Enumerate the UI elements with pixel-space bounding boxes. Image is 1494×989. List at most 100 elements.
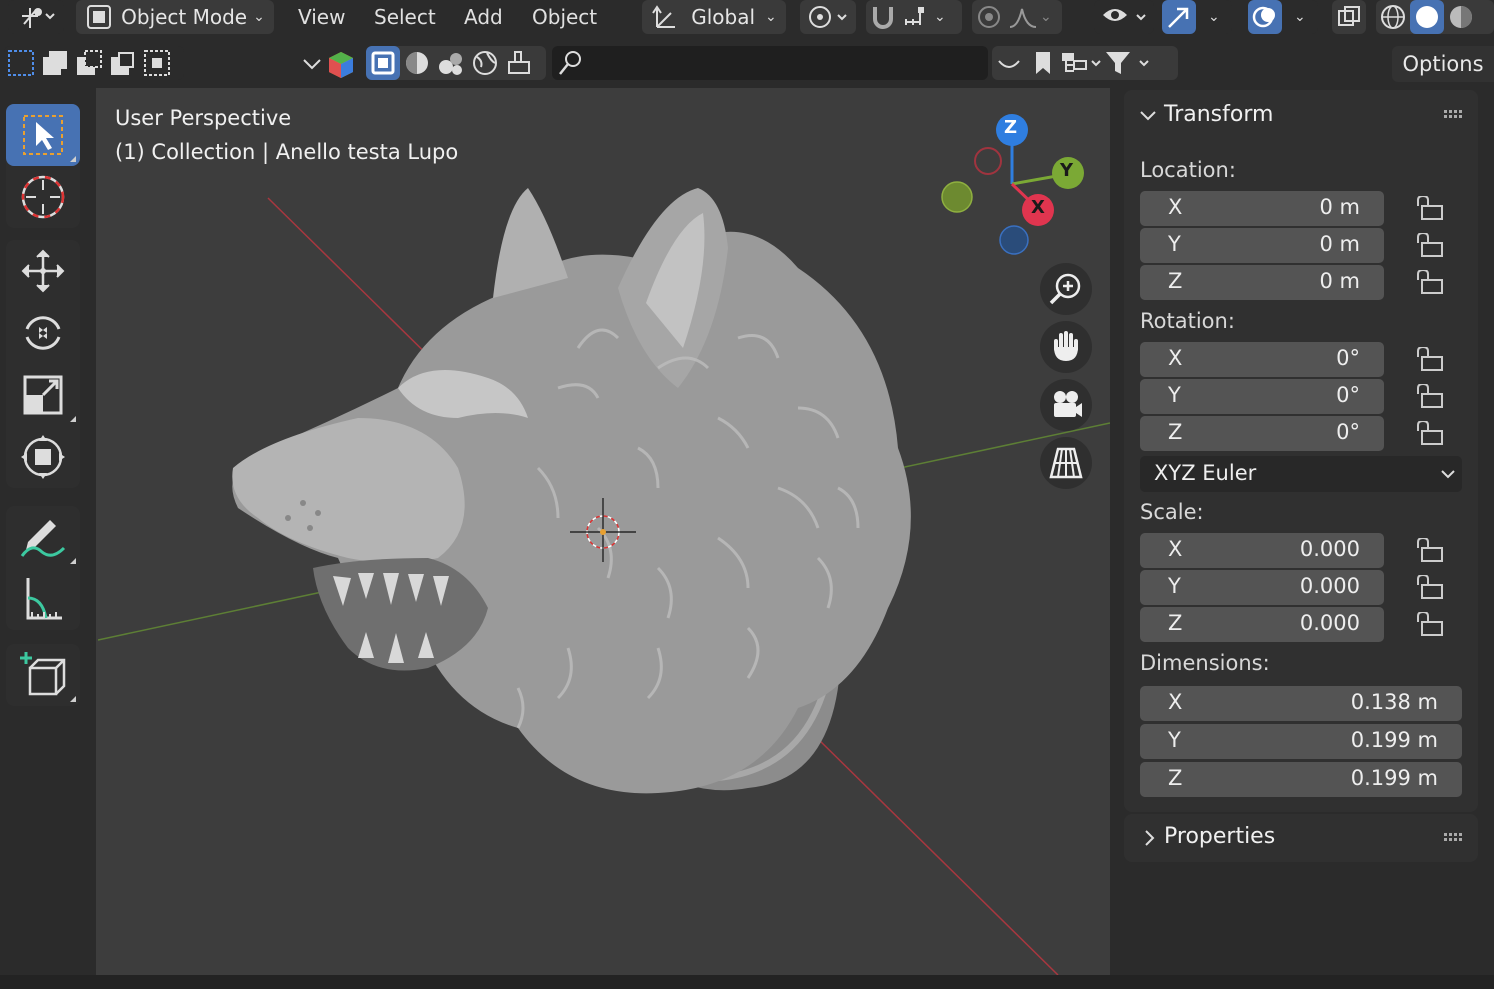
properties-panel-title[interactable]: Properties <box>1164 824 1275 849</box>
tool-rotate[interactable] <box>6 302 80 364</box>
pencil-icon <box>20 520 66 557</box>
tool-add-cube[interactable] <box>6 644 80 706</box>
scale-x-field[interactable]: X 0.000 <box>1140 533 1384 568</box>
pivot-point-dropdown[interactable] <box>800 0 856 34</box>
wireframe-shading-button[interactable] <box>1376 0 1410 34</box>
rotation-label: Rotation: <box>1140 309 1235 333</box>
lock-open-icon[interactable] <box>1416 233 1446 257</box>
lock-open-icon[interactable] <box>1416 270 1446 294</box>
falloff-dropdown[interactable] <box>1006 0 1040 34</box>
menu-object[interactable]: Object <box>532 2 597 32</box>
filter-light-button[interactable] <box>434 46 468 80</box>
dimensions-y-field[interactable]: Y 0.199 m <box>1140 724 1462 759</box>
rotation-z-field[interactable]: Z 0° <box>1140 416 1384 451</box>
overlays-toggle[interactable] <box>1248 0 1282 34</box>
tool-annotate[interactable] <box>6 506 80 568</box>
camera-view-button[interactable] <box>1040 379 1092 431</box>
tool-transform[interactable] <box>6 426 80 488</box>
lock-open-icon[interactable] <box>1416 421 1446 445</box>
rotation-mode-dropdown[interactable]: XYZ Euler <box>1140 456 1462 492</box>
drag-handle-icon[interactable] <box>1444 833 1464 843</box>
transform-panel-title[interactable]: Transform <box>1164 102 1273 127</box>
chevron-down-icon[interactable] <box>1138 106 1158 126</box>
pan-button[interactable] <box>1040 321 1092 373</box>
bookmark-toggle[interactable] <box>1026 46 1060 80</box>
perspective-toggle[interactable] <box>1040 437 1092 489</box>
options-button[interactable]: Options <box>1392 46 1494 82</box>
orientation-label: Global <box>691 5 756 29</box>
solid-sphere-icon <box>1416 6 1438 28</box>
solid-shading-button[interactable] <box>1410 0 1444 34</box>
transform-orientation-dropdown[interactable]: Global ⌄ <box>642 0 786 34</box>
rotation-x-field[interactable]: X 0° <box>1140 342 1384 377</box>
field-value: 0 m <box>1319 269 1361 293</box>
tool-select-box[interactable] <box>6 104 80 166</box>
filter-dropdown[interactable] <box>1104 46 1154 80</box>
hierarchy-dropdown[interactable] <box>1060 46 1104 80</box>
snap-target-dropdown[interactable] <box>900 0 934 34</box>
chevron-right-icon[interactable] <box>1140 828 1160 848</box>
lock-open-icon[interactable] <box>1416 196 1446 220</box>
editor-type-button[interactable] <box>8 0 64 34</box>
scale-z-field[interactable]: Z 0.000 <box>1140 607 1384 642</box>
select-extend-icon <box>43 51 67 75</box>
menu-add[interactable]: Add <box>464 2 503 32</box>
filter-mesh-button[interactable] <box>366 46 400 80</box>
material-shading-button[interactable] <box>1444 0 1478 34</box>
axis-label: Z <box>1168 420 1183 444</box>
rotation-mode-label: XYZ Euler <box>1154 461 1257 485</box>
filter-texture-button[interactable] <box>502 46 536 80</box>
eye-filter-icon <box>1103 9 1146 21</box>
tool-group-transform <box>6 240 80 488</box>
dimensions-z-field[interactable]: Z 0.199 m <box>1140 762 1462 797</box>
color-cube-icon[interactable] <box>326 50 356 80</box>
visibility-dropdown[interactable] <box>1094 0 1154 34</box>
rotation-y-field[interactable]: Y 0° <box>1140 379 1384 414</box>
select-intersect-button[interactable] <box>140 46 174 80</box>
mesh-square-icon <box>371 51 395 75</box>
tool-group-select <box>6 104 80 228</box>
restrict-toggle[interactable] <box>992 46 1026 80</box>
wireframe-sphere-icon <box>1381 5 1405 29</box>
lock-open-icon[interactable] <box>1416 384 1446 408</box>
select-extend-button[interactable] <box>38 46 72 80</box>
proportional-edit-toggle[interactable] <box>972 0 1006 34</box>
gizmo-toggle[interactable] <box>1162 0 1196 34</box>
xray-toggle[interactable] <box>1332 0 1366 34</box>
zoom-button[interactable] <box>1040 263 1092 315</box>
select-new-button[interactable] <box>4 46 38 80</box>
snap-toggle[interactable] <box>866 0 900 34</box>
tool-scale[interactable] <box>6 364 80 426</box>
search-field[interactable] <box>552 46 988 80</box>
chevron-down-icon[interactable] <box>300 52 324 76</box>
axis-label: Z <box>1168 269 1183 293</box>
dimensions-x-field[interactable]: X 0.138 m <box>1140 686 1462 721</box>
lock-open-icon[interactable] <box>1416 612 1446 636</box>
object-mode-dropdown[interactable]: Object Mode ⌄ <box>76 0 274 34</box>
camera-icon <box>1054 391 1082 417</box>
location-x-field[interactable]: X 0 m <box>1140 191 1384 226</box>
filter-world-button[interactable] <box>468 46 502 80</box>
tool-measure[interactable] <box>6 568 80 630</box>
lock-open-icon[interactable] <box>1416 575 1446 599</box>
move-icon <box>21 249 65 293</box>
pivot-icon <box>809 6 847 28</box>
location-z-field[interactable]: Z 0 m <box>1140 265 1384 300</box>
tool-move[interactable] <box>6 240 80 302</box>
menu-select[interactable]: Select <box>374 2 436 32</box>
3d-viewport[interactable]: User Perspective (1) Collection | Anello… <box>98 88 1110 975</box>
menu-view[interactable]: View <box>298 2 345 32</box>
location-y-field[interactable]: Y 0 m <box>1140 228 1384 263</box>
scale-y-field[interactable]: Y 0.000 <box>1140 570 1384 605</box>
navigation-gizmo[interactable]: Z Y X <box>934 108 1104 258</box>
drag-handle-icon[interactable] <box>1444 110 1464 120</box>
lock-open-icon[interactable] <box>1416 538 1446 562</box>
filter-material-button[interactable] <box>400 46 434 80</box>
tool-cursor[interactable] <box>6 166 80 228</box>
xray-icon <box>1338 6 1360 26</box>
status-bar <box>0 975 1494 989</box>
select-subtract-button[interactable] <box>72 46 106 80</box>
lock-open-icon[interactable] <box>1416 347 1446 371</box>
axis-label: Y <box>1168 232 1181 256</box>
select-invert-button[interactable] <box>106 46 140 80</box>
